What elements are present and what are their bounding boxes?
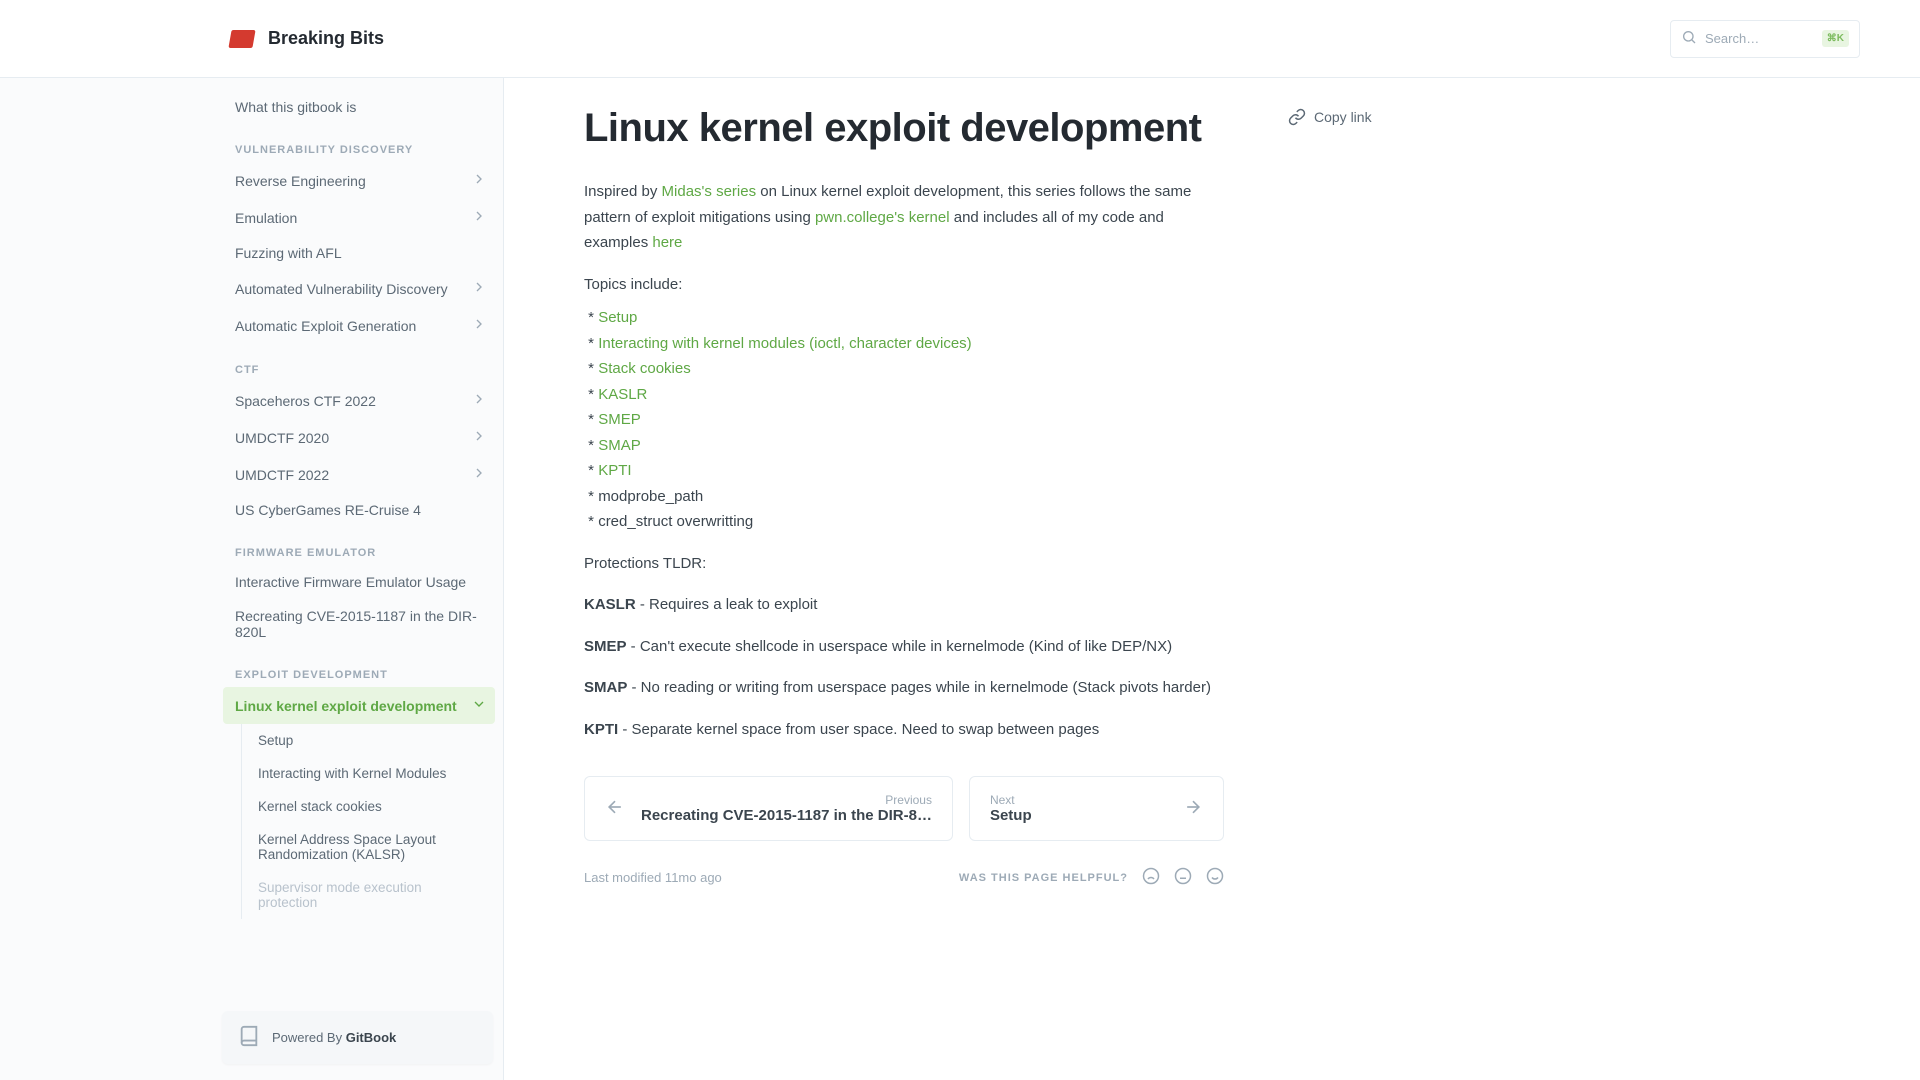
sidebar-item-label: Fuzzing with AFL	[235, 245, 342, 261]
brand[interactable]: Breaking Bits	[230, 28, 384, 49]
next-title: Setup	[990, 807, 1167, 824]
next-page-card[interactable]: Next Setup	[969, 776, 1224, 841]
sidebar-subitem[interactable]: Supervisor mode execution protection	[242, 871, 495, 919]
sidebar-item[interactable]: Interactive Firmware Emulator Usage	[223, 565, 495, 599]
copy-link-button[interactable]: Copy link	[1288, 108, 1920, 126]
search-placeholder: Search…	[1705, 31, 1814, 46]
sidebar-item-label: US CyberGames RE-Cruise 4	[235, 502, 421, 518]
sidebar-subitem[interactable]: Setup	[242, 724, 495, 757]
link-midas-series[interactable]: Midas's series	[662, 183, 757, 200]
sidebar-item[interactable]: US CyberGames RE-Cruise 4	[223, 493, 495, 527]
chevron-right-icon	[471, 171, 487, 190]
sidebar-item[interactable]: Linux kernel exploit development	[223, 687, 495, 724]
sidebar-item[interactable]: UMDCTF 2020	[223, 419, 495, 456]
chevron-right-icon	[471, 428, 487, 447]
sidebar-item-label: Automatic Exploit Generation	[235, 318, 416, 334]
search-icon	[1681, 29, 1697, 48]
arrow-right-icon	[1183, 797, 1203, 820]
sidebar-subitem[interactable]: Kernel stack cookies	[242, 790, 495, 823]
link-pwncollege[interactable]: pwn.college's kernel	[815, 209, 950, 226]
chevron-right-icon	[471, 208, 487, 227]
topic-link[interactable]: Setup	[598, 309, 637, 326]
prev-title: Recreating CVE-2015-1187 in the DIR-8…	[641, 807, 932, 824]
sidebar-item-label: Linux kernel exploit development	[235, 698, 457, 714]
sidebar: What this gitbook is VULNERABILITY DISCO…	[0, 78, 504, 1080]
sidebar-item[interactable]: Spaceheros CTF 2022	[223, 382, 495, 419]
gitbook-label: Powered By GitBook	[272, 1030, 396, 1045]
page-title: Linux kernel exploit development	[584, 106, 1224, 151]
sidebar-subitem[interactable]: Interacting with Kernel Modules	[242, 757, 495, 790]
sidebar-item-label: UMDCTF 2022	[235, 467, 329, 483]
arrow-left-icon	[605, 797, 625, 820]
topic-line: * KASLR	[584, 382, 1224, 408]
chevron-right-icon	[471, 465, 487, 484]
sidebar-item-intro[interactable]: What this gitbook is	[223, 90, 495, 124]
main-content: Linux kernel exploit development Inspire…	[504, 78, 1264, 1080]
sidebar-item[interactable]: Fuzzing with AFL	[223, 236, 495, 270]
protection-line: SMEP - Can't execute shellcode in usersp…	[584, 634, 1224, 660]
gitbook-footer[interactable]: Powered By GitBook	[222, 1011, 493, 1064]
helpful-label: WAS THIS PAGE HELPFUL?	[959, 872, 1128, 884]
topic-line: * cred_struct overwritting	[584, 509, 1224, 535]
topic-link[interactable]: SMEP	[598, 411, 641, 428]
sidebar-section-heading: VULNERABILITY DISCOVERY	[223, 124, 495, 162]
sidebar-item[interactable]: Reverse Engineering	[223, 162, 495, 199]
chevron-right-icon	[471, 316, 487, 335]
topic-link[interactable]: KPTI	[598, 462, 631, 479]
protection-line: KASLR - Requires a leak to exploit	[584, 592, 1224, 618]
sidebar-section-heading: FIRMWARE EMULATOR	[223, 527, 495, 565]
sidebar-item[interactable]: UMDCTF 2022	[223, 456, 495, 493]
topic-link[interactable]: Interacting with kernel modules (ioctl, …	[598, 335, 972, 352]
logo-icon	[228, 30, 255, 48]
sidebar-item-label: Recreating CVE-2015-1187 in the DIR-820L	[235, 608, 487, 640]
search-input[interactable]: Search… ⌘K	[1670, 20, 1860, 58]
topics-heading: Topics include:	[584, 272, 1224, 298]
topic-line: * Stack cookies	[584, 356, 1224, 382]
intro-paragraph: Inspired by Midas's series on Linux kern…	[584, 179, 1224, 256]
topic-line: * SMEP	[584, 407, 1224, 433]
chevron-right-icon	[471, 391, 487, 410]
header: Breaking Bits Search… ⌘K	[0, 0, 1920, 78]
prev-label: Previous	[641, 793, 932, 807]
feedback-sad-icon[interactable]	[1142, 867, 1160, 888]
last-modified: Last modified 11mo ago	[584, 870, 722, 885]
topic-link[interactable]: Stack cookies	[598, 360, 691, 377]
sidebar-item-label: UMDCTF 2020	[235, 430, 329, 446]
chevron-right-icon	[471, 279, 487, 298]
sidebar-subitem[interactable]: Kernel Address Space Layout Randomizatio…	[242, 823, 495, 871]
topic-link[interactable]: SMAP	[598, 437, 641, 454]
sidebar-item[interactable]: Automated Vulnerability Discovery	[223, 270, 495, 307]
topic-line: * KPTI	[584, 458, 1224, 484]
sidebar-section-heading: CTF	[223, 344, 495, 382]
next-label: Next	[990, 793, 1167, 807]
tldr-heading: Protections TLDR:	[584, 551, 1224, 577]
sidebar-item[interactable]: Recreating CVE-2015-1187 in the DIR-820L	[223, 599, 495, 649]
link-icon	[1288, 108, 1306, 126]
search-shortcut-badge: ⌘K	[1822, 30, 1849, 47]
topic-line: * Interacting with kernel modules (ioctl…	[584, 331, 1224, 357]
sidebar-item-label: Automated Vulnerability Discovery	[235, 281, 448, 297]
topic-link[interactable]: KASLR	[598, 386, 647, 403]
sidebar-item-label: Reverse Engineering	[235, 173, 366, 189]
sidebar-item[interactable]: Automatic Exploit Generation	[223, 307, 495, 344]
helpful-widget: WAS THIS PAGE HELPFUL?	[959, 867, 1224, 888]
site-title: Breaking Bits	[268, 28, 384, 49]
feedback-neutral-icon[interactable]	[1174, 867, 1192, 888]
chevron-down-icon	[471, 696, 487, 715]
sidebar-item[interactable]: Emulation	[223, 199, 495, 236]
protection-line: SMAP - No reading or writing from usersp…	[584, 675, 1224, 701]
topic-line: * SMAP	[584, 433, 1224, 459]
right-rail: Copy link	[1264, 78, 1920, 1080]
sidebar-item-label: Spaceheros CTF 2022	[235, 393, 376, 409]
prev-page-card[interactable]: Previous Recreating CVE-2015-1187 in the…	[584, 776, 953, 841]
sidebar-section-heading: EXPLOIT DEVELOPMENT	[223, 649, 495, 687]
link-here[interactable]: here	[652, 234, 682, 251]
gitbook-icon	[238, 1025, 260, 1050]
topic-line: * Setup	[584, 305, 1224, 331]
protection-line: KPTI - Separate kernel space from user s…	[584, 717, 1224, 743]
sidebar-item-label: Emulation	[235, 210, 297, 226]
sidebar-item-label: Interactive Firmware Emulator Usage	[235, 574, 466, 590]
feedback-happy-icon[interactable]	[1206, 867, 1224, 888]
topic-line: * modprobe_path	[584, 484, 1224, 510]
